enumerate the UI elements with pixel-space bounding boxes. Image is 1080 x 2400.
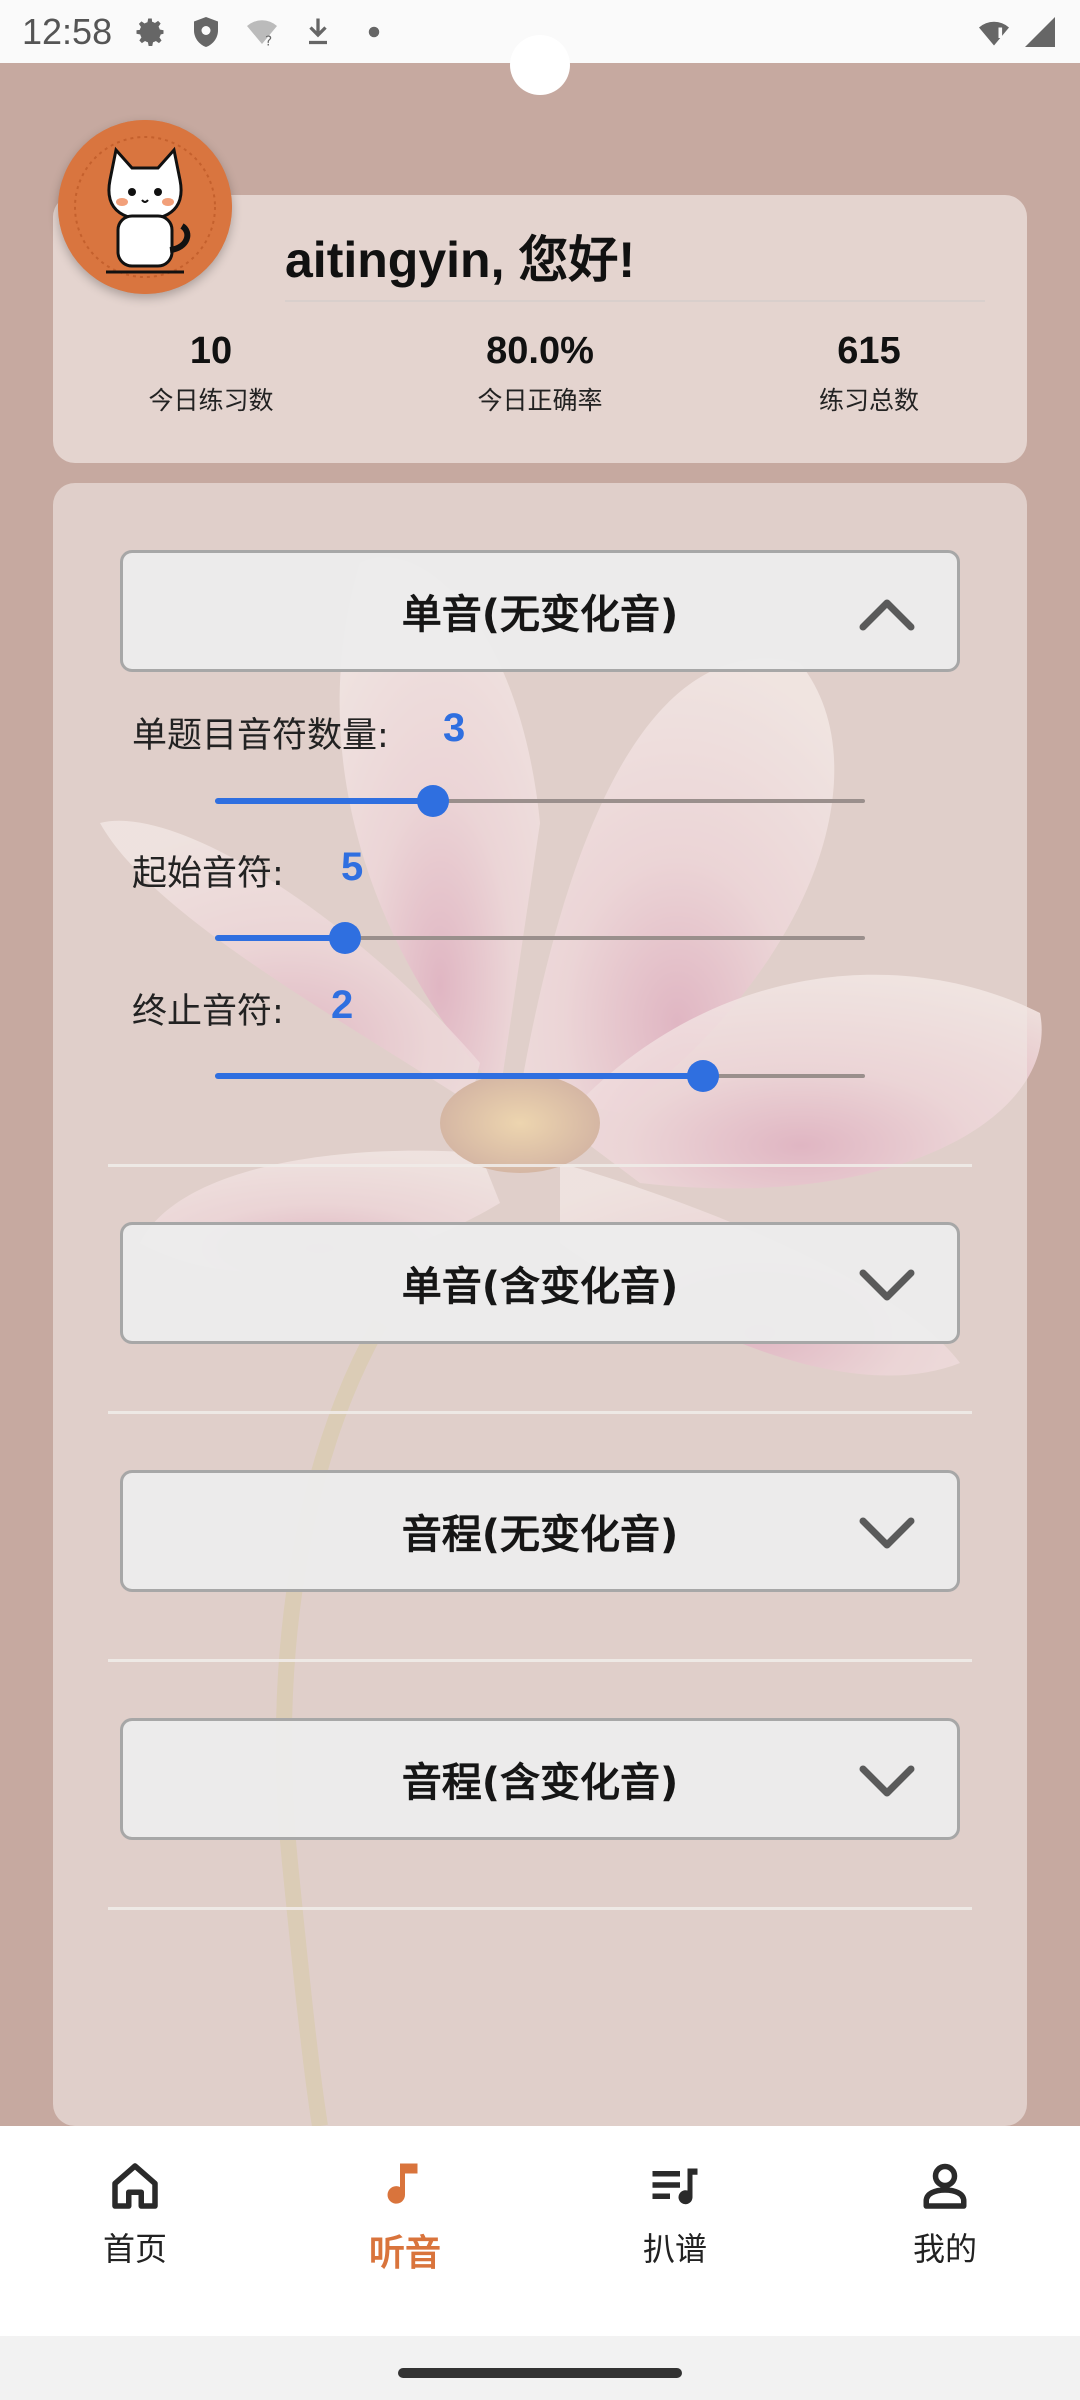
section-divider xyxy=(108,1659,972,1662)
stat-label: 练习总数 xyxy=(818,386,919,415)
slider-start-note[interactable] xyxy=(215,918,865,958)
person-icon xyxy=(923,2163,967,2209)
chevron-down-icon xyxy=(859,1517,915,1549)
slider-fill xyxy=(215,798,433,804)
greeting-divider xyxy=(285,300,985,302)
section-title: 单音(无变化音) xyxy=(401,592,679,638)
nav-item-home[interactable]: 首页 xyxy=(45,2156,225,2270)
chevron-down-icon xyxy=(859,1269,915,1301)
status-time: 12:58 xyxy=(22,10,113,52)
stat-value: 615 xyxy=(837,330,901,372)
dot-icon xyxy=(368,26,380,37)
slider-end-note[interactable] xyxy=(215,1056,865,1096)
camera-cutout xyxy=(510,35,570,95)
chevron-down-icon xyxy=(859,1765,915,1797)
slider-thumb[interactable] xyxy=(686,1060,719,1092)
slider-fill xyxy=(215,935,345,941)
slider-label-note-count: 单题目音符数量: xyxy=(132,716,389,756)
slider-thumb[interactable] xyxy=(416,785,449,817)
slider-value-start-note: 5 xyxy=(341,845,364,889)
stats-row: 10 今日练习数 80.0% 今日正确率 615 练习总数 xyxy=(53,330,1027,440)
section-title: 单音(含变化音) xyxy=(401,1264,679,1310)
section-single-note-accidental[interactable]: 单音(含变化音) xyxy=(120,1222,960,1344)
section-interval-accidental[interactable]: 音程(含变化音) xyxy=(120,1718,960,1840)
gear-icon xyxy=(136,18,164,46)
slider-value-note-count: 3 xyxy=(443,706,466,750)
stat-label: 今日正确率 xyxy=(477,386,603,415)
avatar[interactable] xyxy=(58,120,232,294)
slider-value-end-note: 2 xyxy=(331,983,354,1027)
home-indicator[interactable] xyxy=(398,2368,682,2378)
download-icon xyxy=(309,18,328,44)
stat-label: 今日练习数 xyxy=(148,386,274,415)
section-title: 音程(含变化音) xyxy=(401,1760,679,1806)
playlist-music-icon xyxy=(652,2168,698,2205)
status-right xyxy=(976,14,1058,50)
svg-text:?: ? xyxy=(265,33,272,49)
cat-avatar-icon xyxy=(58,120,232,294)
stat-today-accuracy: 80.0% 今日正确率 xyxy=(390,330,690,417)
shield-icon xyxy=(194,16,219,47)
nav-label: 听音 xyxy=(368,2233,441,2274)
stat-today-count: 10 今日练习数 xyxy=(61,330,361,417)
wifi-alert-icon xyxy=(979,21,1009,45)
section-divider xyxy=(108,1411,972,1414)
section-divider xyxy=(108,1164,972,1167)
signal-icon xyxy=(1025,16,1055,47)
section-divider xyxy=(108,1907,972,1910)
nav-label: 扒谱 xyxy=(642,2230,707,2268)
nav-label: 我的 xyxy=(912,2230,977,2268)
status-left: 12:58 ? xyxy=(22,11,392,53)
stat-value: 80.0% xyxy=(486,330,594,372)
music-note-icon xyxy=(387,2163,418,2204)
wifi-question-icon: ? xyxy=(247,19,278,49)
nav-item-transcribe[interactable]: 扒谱 xyxy=(585,2156,765,2270)
home-icon xyxy=(112,2163,158,2209)
slider-label-end-note: 终止音符: xyxy=(132,992,284,1032)
slider-note-count[interactable] xyxy=(215,781,865,821)
section-interval-natural[interactable]: 音程(无变化音) xyxy=(120,1470,960,1592)
slider-thumb[interactable] xyxy=(329,922,361,954)
section-title: 音程(无变化音) xyxy=(401,1512,679,1558)
section-single-note-natural[interactable]: 单音(无变化音) xyxy=(120,550,960,672)
greeting-text: aitingyin, 您好! xyxy=(285,232,635,288)
nav-item-listen[interactable]: 听音 xyxy=(315,2156,495,2276)
slider-label-start-note: 起始音符: xyxy=(132,854,284,894)
slider-fill xyxy=(215,1073,703,1079)
chevron-up-icon xyxy=(859,599,915,631)
stat-total-count: 615 练习总数 xyxy=(719,330,1019,417)
stat-value: 10 xyxy=(189,330,233,372)
nav-item-profile[interactable]: 我的 xyxy=(855,2156,1035,2270)
bottom-navigation: 首页 听音 扒谱 我的 xyxy=(0,2126,1080,2336)
nav-label: 首页 xyxy=(102,2230,167,2268)
